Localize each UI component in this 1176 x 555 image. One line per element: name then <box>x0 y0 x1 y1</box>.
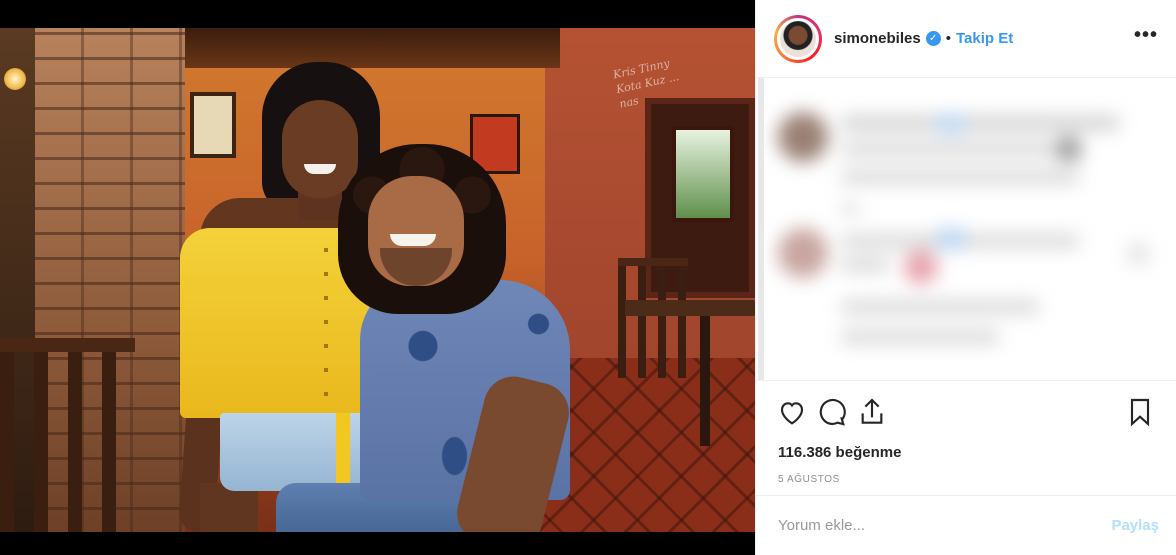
share-icon <box>861 397 883 424</box>
action-bar <box>756 380 1176 442</box>
comment-avatar <box>778 112 828 162</box>
comment-icon <box>819 398 846 426</box>
table-leg <box>700 316 710 446</box>
blurred-comments <box>756 78 1176 380</box>
chair <box>618 258 688 378</box>
comment-line <box>936 114 966 134</box>
bookmark-icon <box>1130 398 1150 426</box>
wall-picture <box>190 92 236 158</box>
heart-icon <box>780 401 804 425</box>
top-buttons <box>324 248 328 408</box>
comment-line <box>840 142 1070 156</box>
post-date[interactable]: 5 AĞUSTOS <box>756 474 1176 488</box>
post-header: simonebiles ✓ • Takip Et ••• <box>756 0 1176 78</box>
username-link[interactable]: simonebiles <box>834 30 921 47</box>
comment-input[interactable] <box>778 517 1112 534</box>
share-button[interactable] <box>852 392 892 432</box>
comment-line <box>1056 136 1082 162</box>
post-sidebar: simonebiles ✓ • Takip Et ••• 116.386 beğ… <box>755 0 1176 555</box>
like-button[interactable] <box>772 392 812 432</box>
comments-list[interactable] <box>756 78 1176 380</box>
follow-button[interactable]: Takip Et <box>956 30 1013 47</box>
table <box>625 300 755 316</box>
man-smile <box>390 234 436 246</box>
comments-scrollbar[interactable] <box>758 78 764 380</box>
comment-line <box>840 204 860 214</box>
post-comment-button[interactable]: Paylaş <box>1111 517 1159 534</box>
comment-button[interactable] <box>812 392 852 432</box>
avatar[interactable] <box>777 17 819 60</box>
post-photo-pane[interactable]: Kris Tinny Kota Kuz ... nas <box>0 0 755 555</box>
comment-line <box>840 258 890 272</box>
comment-line <box>840 116 1120 130</box>
comment-line <box>840 330 1000 344</box>
ceiling <box>180 28 560 68</box>
comment-line <box>1126 242 1150 266</box>
lamp <box>4 68 26 90</box>
comment-line <box>936 228 966 250</box>
comment-line <box>840 300 1040 314</box>
post-photo: Kris Tinny Kota Kuz ... nas <box>0 28 755 532</box>
door-window <box>672 126 734 222</box>
separator-dot: • <box>945 30 951 47</box>
avatar-story-ring[interactable] <box>774 14 822 63</box>
comment-line <box>904 250 938 284</box>
comment-line <box>840 170 1080 184</box>
likes-count[interactable]: 116.386 beğenme <box>756 442 1176 464</box>
woman-smile <box>304 164 336 174</box>
yellow-belt <box>336 413 350 493</box>
comment-form: Paylaş <box>756 495 1176 555</box>
woman-face <box>282 100 358 198</box>
wooden-chair <box>0 338 135 532</box>
verified-badge-icon: ✓ <box>925 31 941 46</box>
comment-avatar <box>778 228 828 278</box>
more-options-icon[interactable]: ••• <box>1134 24 1158 53</box>
save-button[interactable] <box>1120 392 1160 432</box>
instagram-post: Kris Tinny Kota Kuz ... nas simonebiles … <box>0 0 1176 555</box>
